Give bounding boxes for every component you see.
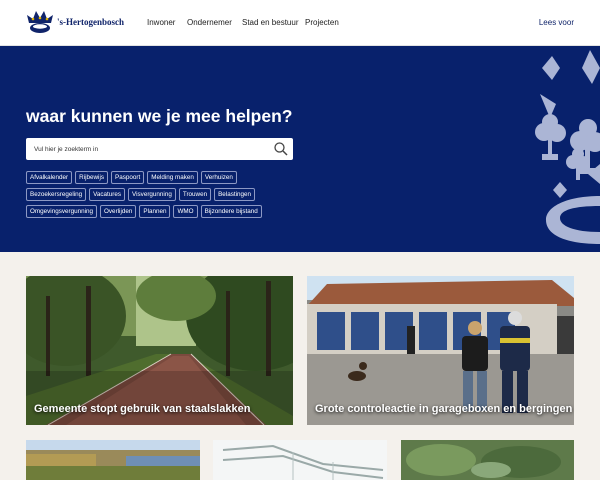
news-card-staalslakken[interactable]: Gemeente stopt gebruik van staalslakken	[26, 276, 293, 425]
quick-links-row: Bezoekersregeling Vacatures Visvergunnin…	[26, 188, 316, 201]
quick-link-bezoekersregeling[interactable]: Bezoekersregeling	[26, 188, 87, 201]
quick-links: Afvalkalender Rijbewijs Paspoort Melding…	[26, 171, 316, 222]
quick-link-wmo[interactable]: WMO	[173, 205, 198, 218]
quick-links-row: Afvalkalender Rijbewijs Paspoort Melding…	[26, 171, 316, 184]
tree-shape	[535, 114, 566, 160]
site-header: 's-Hertogenbosch Inwoner Ondernemer Stad…	[0, 0, 600, 46]
site-brand-name[interactable]: 's-Hertogenbosch	[57, 17, 124, 27]
quick-link-trouwen[interactable]: Trouwen	[178, 188, 212, 201]
quick-link-plannen[interactable]: Plannen	[139, 205, 171, 218]
quick-link-omgevingsvergunning[interactable]: Omgevingsvergunning	[26, 205, 98, 218]
hero-title: waar kunnen we je mee helpen?	[26, 106, 293, 126]
nav-item-ondernemer[interactable]: Ondernemer	[187, 18, 232, 27]
crown-logo-icon[interactable]	[26, 9, 54, 35]
read-aloud-link[interactable]: Lees voor	[539, 18, 574, 27]
search-box	[26, 138, 293, 160]
search-input[interactable]	[26, 138, 266, 160]
garden-photo	[401, 440, 574, 480]
quick-link-melding-maken[interactable]: Melding maken	[147, 171, 198, 184]
quick-link-afvalkalender[interactable]: Afvalkalender	[26, 171, 73, 184]
decorative-crown-graphic	[535, 50, 600, 244]
news-card-4[interactable]	[213, 440, 387, 480]
architecture-drawing-photo	[213, 440, 387, 480]
nav-item-inwoner[interactable]: Inwoner	[147, 18, 175, 27]
news-card-5[interactable]	[401, 440, 574, 480]
quick-link-visvergunning[interactable]: Visvergunning	[128, 188, 176, 201]
quick-link-rijbewijs[interactable]: Rijbewijs	[75, 171, 108, 184]
quick-link-belastingen[interactable]: Belastingen	[214, 188, 256, 201]
nav-item-stad-en-bestuur[interactable]: Stad en bestuur	[242, 18, 298, 27]
search-icon[interactable]	[273, 141, 289, 157]
hero-section: waar kunnen we je mee helpen? Afvalkalen…	[0, 46, 600, 252]
quick-link-vacatures[interactable]: Vacatures	[89, 188, 126, 201]
news-card-controleactie[interactable]: Grote controleactie in garageboxen en be…	[307, 276, 574, 425]
quick-link-bijzondere-bijstand[interactable]: Bijzondere bijstand	[200, 205, 262, 218]
news-card-title: Gemeente stopt gebruik van staalslakken	[34, 403, 251, 415]
quick-link-overlijden[interactable]: Overlijden	[100, 205, 137, 218]
news-card-3[interactable]	[26, 440, 200, 480]
quick-link-paspoort[interactable]: Paspoort	[111, 171, 145, 184]
nav-item-projecten[interactable]: Projecten	[305, 18, 339, 27]
quick-link-verhuizen[interactable]: Verhuizen	[200, 171, 237, 184]
quick-links-row: Omgevingsvergunning Overlijden Plannen W…	[26, 205, 316, 218]
landscape-photo	[26, 440, 200, 480]
news-card-title: Grote controleactie in garageboxen en be…	[315, 403, 573, 415]
